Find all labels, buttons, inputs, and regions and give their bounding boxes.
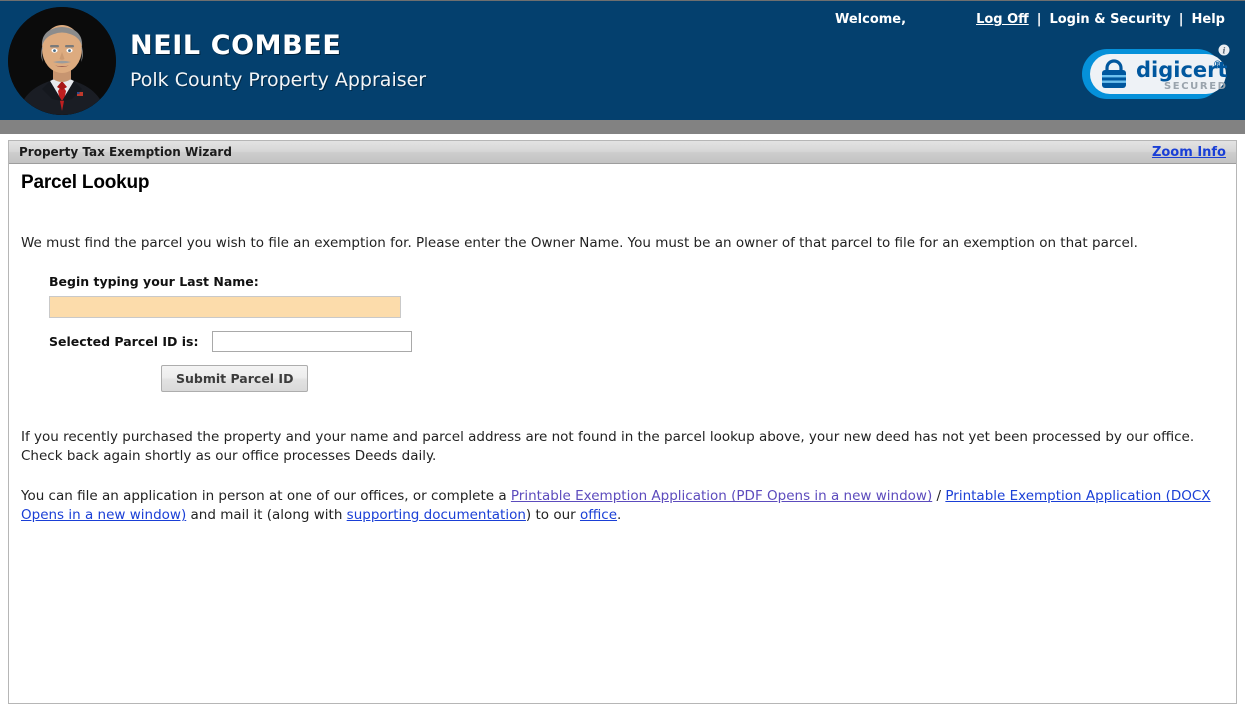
links-text-part4: ) to our: [525, 507, 580, 524]
zoom-info-link[interactable]: Zoom Info: [1152, 145, 1226, 160]
panel-titlebar: Property Tax Exemption Wizard Zoom Info: [9, 141, 1236, 164]
svg-text:®: ®: [1213, 60, 1222, 70]
svg-text:i: i: [1222, 46, 1225, 56]
site-header: NEIL COMBEE Polk County Property Apprais…: [0, 0, 1245, 120]
svg-text:SECURED: SECURED: [1164, 81, 1228, 92]
intro-text: We must find the parcel you wish to file…: [21, 235, 1138, 251]
digicert-secured-badge[interactable]: digicert ® SECURED i: [1080, 41, 1232, 108]
parcel-lookup-form: Begin typing your Last Name: Selected Pa…: [21, 274, 1224, 393]
lastname-input[interactable]: [49, 296, 401, 319]
official-title: Polk County Property Appraiser: [130, 69, 427, 91]
welcome-label: Welcome,: [834, 12, 907, 27]
parcel-id-input[interactable]: [212, 331, 413, 353]
page-title: Parcel Lookup: [21, 172, 150, 193]
login-security-link[interactable]: Login & Security: [1049, 12, 1170, 27]
nav-separator-2: |: [1178, 12, 1184, 27]
wizard-title: Property Tax Exemption Wizard: [19, 145, 232, 159]
office-link[interactable]: office: [580, 507, 617, 523]
panel-body: Parcel Lookup We must find the parcel yo…: [9, 164, 1236, 525]
header-divider-band: [0, 120, 1245, 134]
submit-parcel-id-button[interactable]: Submit Parcel ID: [161, 365, 309, 393]
help-link[interactable]: Help: [1192, 12, 1225, 27]
nav-separator-1: |: [1036, 12, 1042, 27]
header-nav: Welcome, Log Off | Login & Security | He…: [835, 12, 1225, 27]
brand: NEIL COMBEE Polk County Property Apprais…: [8, 7, 426, 115]
links-text-part3: and mail it (along with: [186, 507, 347, 524]
links-text-part2: /: [932, 488, 946, 505]
application-links-paragraph: You can file an application in person at…: [21, 487, 1224, 524]
deed-processing-note: If you recently purchased the property a…: [21, 429, 1195, 464]
printable-exemption-pdf-link[interactable]: Printable Exemption Application (PDF Ope…: [511, 488, 932, 504]
log-off-link[interactable]: Log Off: [976, 12, 1029, 27]
parcel-id-row: Selected Parcel ID is:: [49, 331, 1224, 353]
parcel-id-label: Selected Parcel ID is:: [49, 334, 199, 350]
supporting-documentation-link[interactable]: supporting documentation: [347, 507, 526, 523]
submit-row: Submit Parcel ID: [49, 365, 1224, 393]
brand-text: NEIL COMBEE Polk County Property Apprais…: [130, 32, 426, 90]
links-text-part1: You can file an application in person at…: [21, 488, 511, 505]
content-panel: Property Tax Exemption Wizard Zoom Info …: [8, 140, 1237, 704]
lastname-label: Begin typing your Last Name:: [49, 274, 259, 290]
links-text-part5: .: [617, 507, 622, 524]
official-name: NEIL COMBEE: [130, 30, 342, 61]
avatar: [8, 7, 116, 115]
